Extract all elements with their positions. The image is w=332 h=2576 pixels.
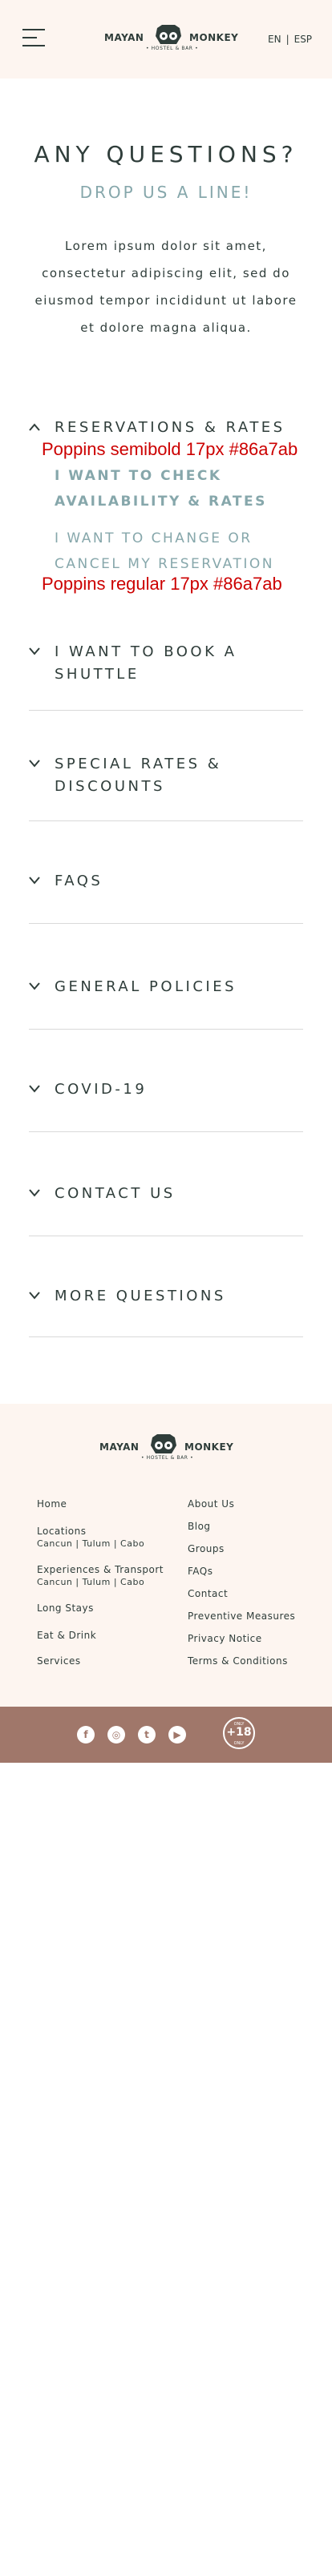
footer-link-about[interactable]: About Us xyxy=(188,1498,234,1510)
facebook-icon[interactable]: f xyxy=(77,1726,95,1744)
footer-link-experiences[interactable]: Experiences & Transport Cancun | Tulum | … xyxy=(37,1564,164,1587)
accordion-title: FAQS xyxy=(55,873,103,889)
logo-text-left: MAYAN xyxy=(104,32,144,43)
accordion-divider xyxy=(29,1131,303,1132)
accordion-item-contact[interactable]: CONTACT US xyxy=(29,1183,303,1236)
accordion-divider xyxy=(29,1336,303,1337)
footer-link-services[interactable]: Services xyxy=(37,1655,81,1667)
accordion-divider xyxy=(29,1029,303,1030)
footer-link-eat-drink[interactable]: Eat & Drink xyxy=(37,1630,96,1641)
lang-en[interactable]: EN xyxy=(268,34,281,45)
lang-esp[interactable]: ESP xyxy=(294,34,312,45)
footer-link-home[interactable]: Home xyxy=(37,1498,67,1510)
check-availability-link[interactable]: I WANT TO CHECK AVAILABILITY & RATES xyxy=(55,463,279,514)
site-logo[interactable]: MAYAN MONKEY • HOSTEL & BAR • xyxy=(104,23,245,55)
footer-link-locations[interactable]: Locations Cancun | Tulum | Cabo xyxy=(37,1526,144,1549)
accordion-title: MORE QUESTIONS xyxy=(55,1288,226,1304)
twitter-icon[interactable]: t xyxy=(138,1726,156,1744)
social-bar: f ◎ t ▶ ONLY +18 ONLY xyxy=(0,1707,332,1763)
accordion-item-covid[interactable]: COVID-19 xyxy=(29,1078,303,1132)
footer-link-long-stays[interactable]: Long Stays xyxy=(37,1602,94,1614)
accordion-divider xyxy=(29,923,303,924)
intro-paragraph: Lorem ipsum dolor sit amet, consectetur … xyxy=(34,239,298,335)
footer-link-blog[interactable]: Blog xyxy=(188,1521,211,1532)
page-subtitle: DROP US A LINE! xyxy=(79,183,253,202)
site-footer: MAYAN MONKEY • HOSTEL & BAR • Home Locat… xyxy=(0,1404,332,1707)
footer-link-faqs[interactable]: FAQs xyxy=(188,1566,213,1577)
accordion-title: I WANT TO BOOK A SHUTTLE xyxy=(55,643,237,683)
logo-text-right: MONKEY xyxy=(184,1441,234,1453)
accordion-item-faqs[interactable]: FAQS xyxy=(29,870,303,924)
footer-link-privacy[interactable]: Privacy Notice xyxy=(188,1633,262,1644)
accordion-divider xyxy=(29,820,303,821)
page-title: ANY QUESTIONS? xyxy=(34,141,298,167)
accordion-title: RESERVATIONS & RATES xyxy=(55,419,285,436)
footer-link-contact[interactable]: Contact xyxy=(188,1588,228,1599)
youtube-icon[interactable]: ▶ xyxy=(168,1726,186,1744)
footer-link-groups[interactable]: Groups xyxy=(188,1543,225,1554)
monkey-logo-icon xyxy=(156,25,181,44)
design-annotation-regular: Poppins regular 17px #86a7ab xyxy=(42,574,282,594)
accordion-item-general-policies[interactable]: GENERAL POLICIES xyxy=(29,976,303,1030)
accordion-title: CONTACT US xyxy=(55,1185,176,1202)
chevron-down-icon xyxy=(29,1085,40,1093)
footer-link-preventive[interactable]: Preventive Measures xyxy=(188,1611,295,1622)
chevron-down-icon xyxy=(29,1189,40,1197)
accordion-title: GENERAL POLICIES xyxy=(55,978,237,995)
accordion-divider xyxy=(29,710,303,711)
menu-icon[interactable] xyxy=(22,29,45,48)
chevron-up-icon xyxy=(29,423,40,431)
chevron-down-icon xyxy=(29,877,40,885)
chevron-down-icon xyxy=(29,982,40,990)
accordion-item-more-questions[interactable]: MORE QUESTIONS xyxy=(29,1285,303,1337)
accordion-item-shuttle[interactable]: I WANT TO BOOK A SHUTTLE xyxy=(29,641,303,711)
footer-link-terms[interactable]: Terms & Conditions xyxy=(188,1655,288,1667)
chevron-down-icon xyxy=(29,1292,40,1300)
footer-logo[interactable]: MAYAN MONKEY • HOSTEL & BAR • xyxy=(99,1433,244,1465)
adults-only-badge: ONLY +18 ONLY xyxy=(223,1717,255,1749)
instagram-icon[interactable]: ◎ xyxy=(107,1726,125,1744)
change-reservation-link[interactable]: I WANT TO CHANGE OR CANCEL MY RESERVATIO… xyxy=(55,526,287,577)
logo-subtitle: • HOSTEL & BAR • xyxy=(146,46,199,51)
chevron-down-icon xyxy=(29,760,40,768)
accordion-title: COVID-19 xyxy=(55,1081,148,1098)
logo-text-left: MAYAN xyxy=(99,1441,140,1453)
design-annotation-semibold: Poppins semibold 17px #86a7ab xyxy=(42,439,298,459)
site-header: MAYAN MONKEY • HOSTEL & BAR • EN | ESP xyxy=(0,0,332,79)
monkey-logo-icon xyxy=(151,1434,176,1453)
accordion-item-special-rates[interactable]: SPECIAL RATES & DISCOUNTS xyxy=(29,753,303,821)
logo-subtitle: • HOSTEL & BAR • xyxy=(141,1455,194,1461)
logo-text-right: MONKEY xyxy=(189,32,239,43)
chevron-down-icon xyxy=(29,647,40,655)
language-switcher: EN | ESP xyxy=(268,34,312,45)
lang-separator: | xyxy=(285,34,289,45)
accordion-title: SPECIAL RATES & DISCOUNTS xyxy=(55,756,222,795)
